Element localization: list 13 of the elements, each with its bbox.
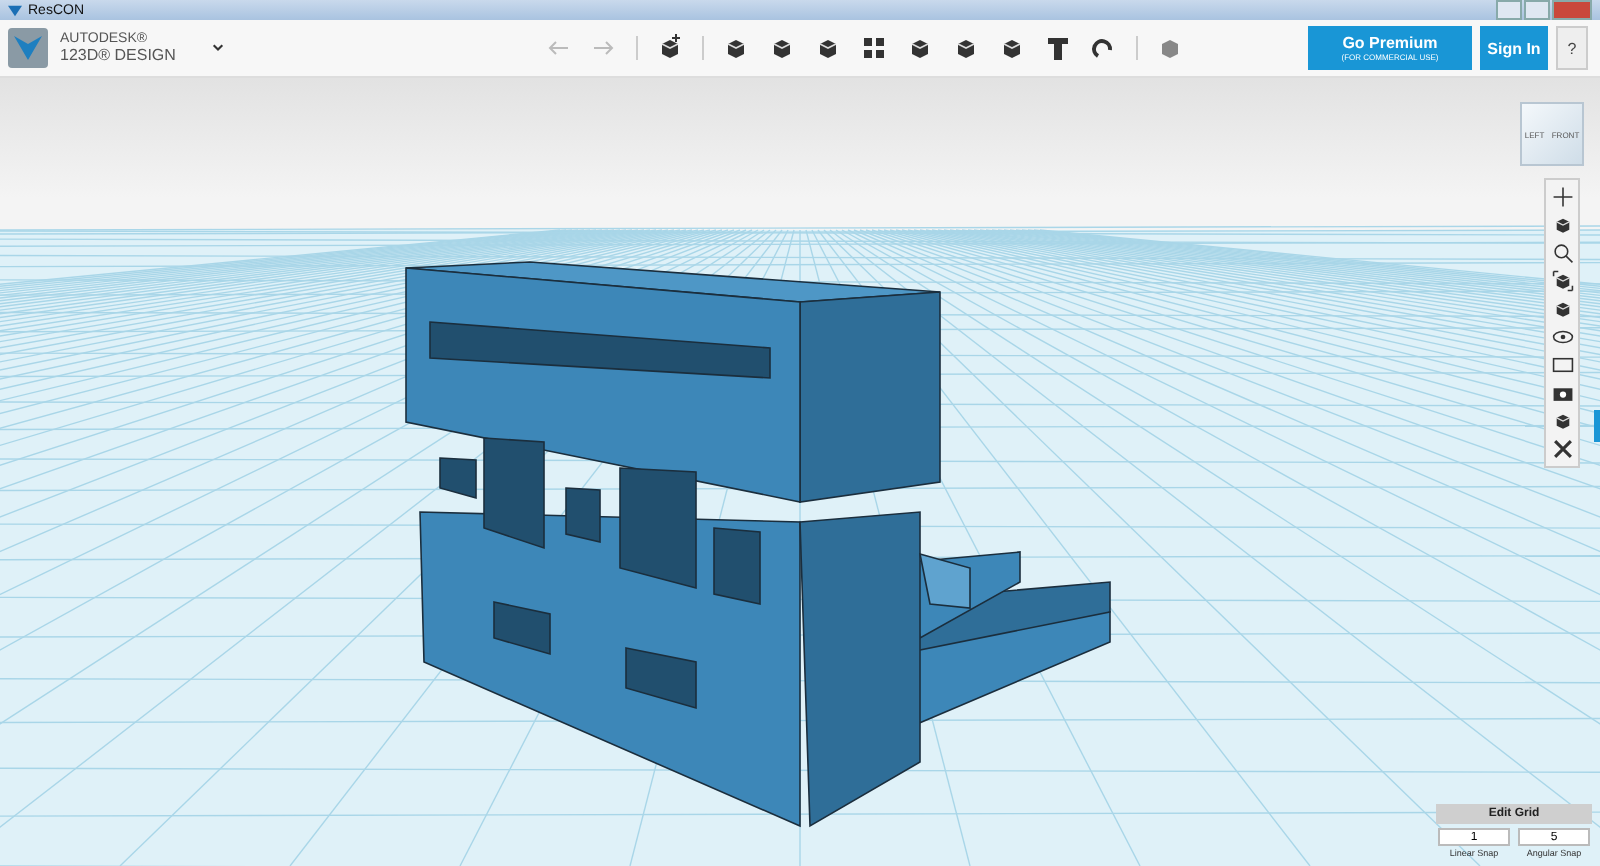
pan-icon[interactable] [1551,186,1573,208]
grid-icon[interactable] [859,34,888,62]
fit-icon[interactable] [1551,270,1573,292]
text-tool-icon[interactable] [1043,34,1072,62]
app-logo-icon [8,28,48,68]
zoom-icon[interactable] [1551,242,1573,264]
cube-icon[interactable] [1551,298,1573,320]
eye-icon[interactable] [1551,326,1573,348]
product-name: 123D® DESIGN [60,48,176,64]
help-button[interactable]: ? [1556,26,1588,70]
camera-icon[interactable] [1551,382,1573,404]
3d-model-drawing[interactable] [405,261,1111,828]
views-icon[interactable] [1551,354,1573,376]
